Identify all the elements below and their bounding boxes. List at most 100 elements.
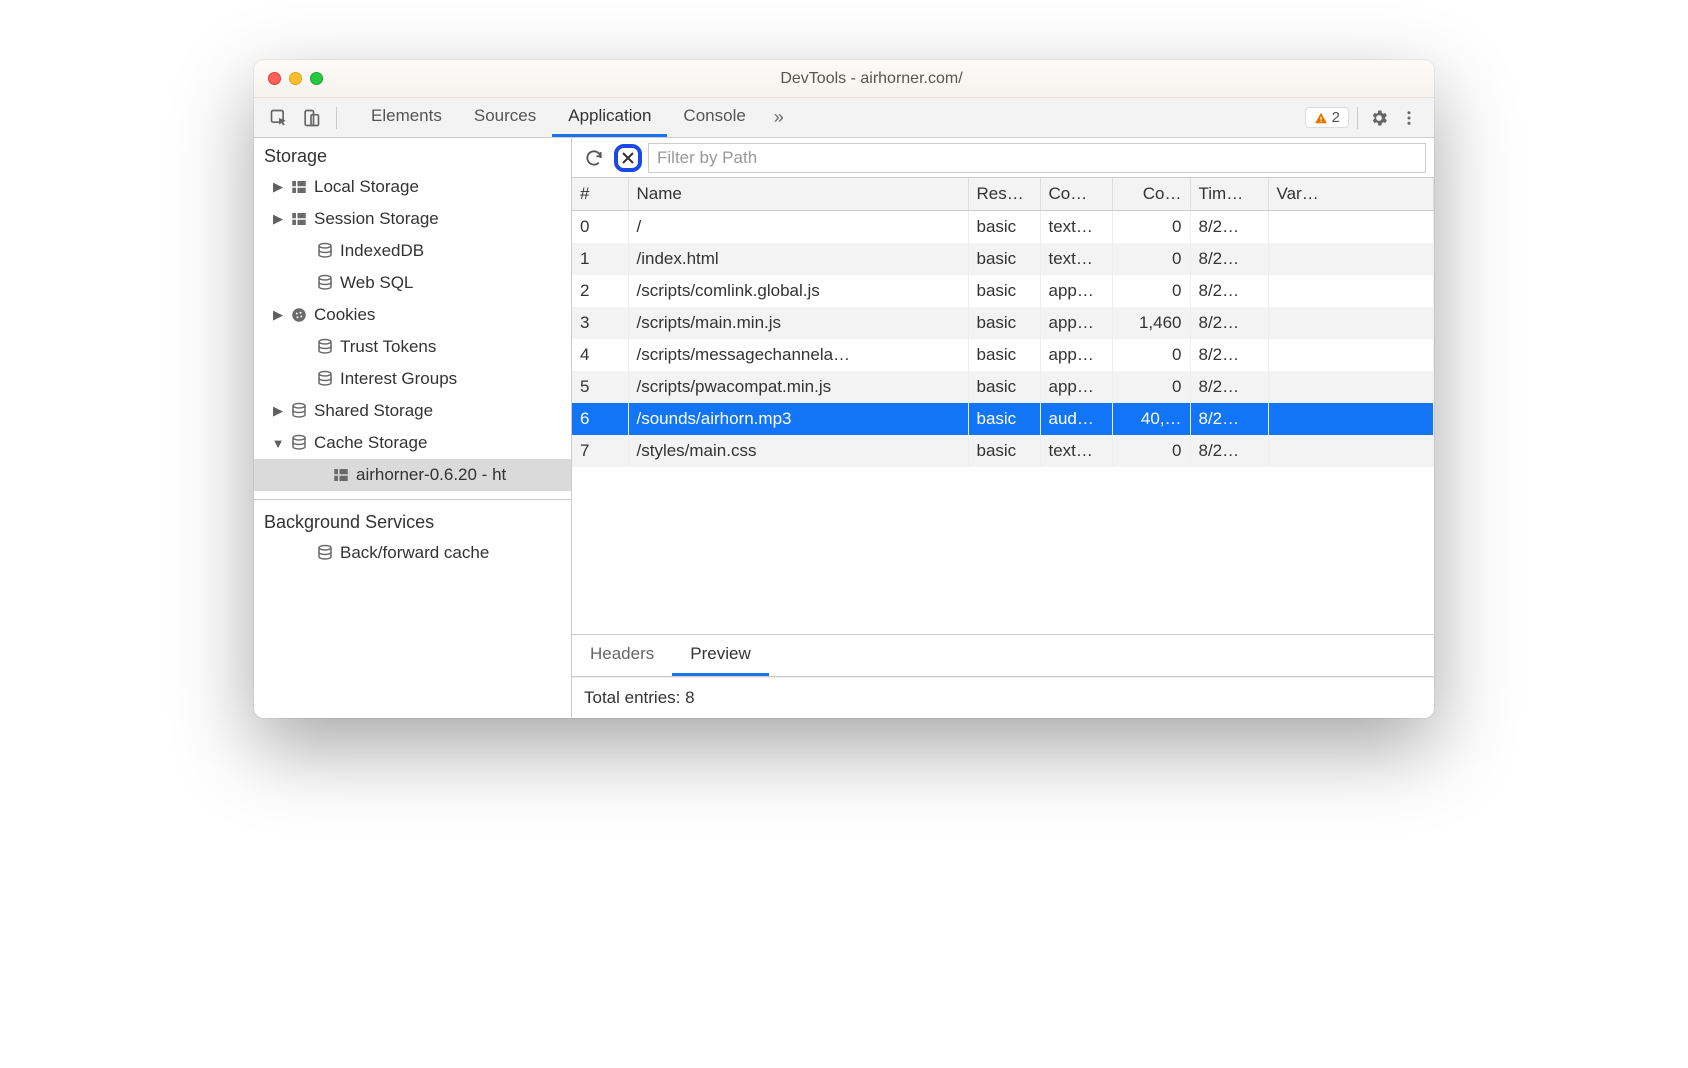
filter-input[interactable] [648, 143, 1426, 173]
sidebar-item-airhorner-0-6-20-ht[interactable]: airhorner-0.6.20 - ht [254, 459, 571, 491]
window-controls [268, 72, 323, 85]
db-icon [316, 370, 334, 388]
sidebar-item-cookies[interactable]: ▶Cookies [254, 299, 571, 331]
db-icon [316, 544, 334, 562]
settings-button[interactable] [1366, 105, 1392, 131]
titlebar: DevTools - airhorner.com/ [254, 60, 1434, 98]
column-header[interactable]: Tim… [1190, 178, 1268, 211]
sidebar-item-local-storage[interactable]: ▶Local Storage [254, 171, 571, 203]
separator [336, 107, 337, 129]
cell-res: basic [968, 339, 1040, 371]
device-toolbar-icon[interactable] [300, 107, 322, 129]
issues-badge[interactable]: 2 [1305, 107, 1349, 128]
table-row[interactable]: 2/scripts/comlink.global.jsbasicapp…08/2… [572, 275, 1434, 307]
sidebar-item-label: airhorner-0.6.20 - ht [356, 465, 571, 485]
column-header[interactable]: Res… [968, 178, 1040, 211]
db-icon [316, 242, 334, 260]
column-header[interactable]: Co… [1112, 178, 1190, 211]
bg-services-tree: Back/forward cache [254, 537, 571, 569]
table-row[interactable]: 0/basictext…08/2… [572, 211, 1434, 244]
detail-tab-headers[interactable]: Headers [572, 635, 672, 676]
sidebar-item-interest-groups[interactable]: Interest Groups [254, 363, 571, 395]
zoom-window-button[interactable] [310, 72, 323, 85]
sidebar-item-indexeddb[interactable]: IndexedDB [254, 235, 571, 267]
sidebar-item-web-sql[interactable]: Web SQL [254, 267, 571, 299]
inspect-element-icon[interactable] [268, 107, 290, 129]
detail-tabs: HeadersPreview [572, 635, 1434, 677]
minimize-window-button[interactable] [289, 72, 302, 85]
db-icon [316, 274, 334, 292]
cell-type: text… [1040, 243, 1112, 275]
cell-type: app… [1040, 275, 1112, 307]
cell-len: 0 [1112, 339, 1190, 371]
gear-icon [1369, 108, 1389, 128]
cell-idx: 2 [572, 275, 628, 307]
cell-tim: 8/2… [1190, 435, 1268, 467]
tab-console[interactable]: Console [667, 98, 761, 137]
db-icon [316, 338, 334, 356]
cell-res: basic [968, 307, 1040, 339]
table-row[interactable]: 1/index.htmlbasictext…08/2… [572, 243, 1434, 275]
cell-tim: 8/2… [1190, 307, 1268, 339]
cell-vary [1268, 403, 1434, 435]
sidebar-item-session-storage[interactable]: ▶Session Storage [254, 203, 571, 235]
tab-sources[interactable]: Sources [458, 98, 552, 137]
detail-tab-preview[interactable]: Preview [672, 635, 768, 676]
table-row[interactable]: 3/scripts/main.min.jsbasicapp…1,4608/2… [572, 307, 1434, 339]
sidebar-item-label: Shared Storage [314, 401, 571, 421]
cell-tim: 8/2… [1190, 275, 1268, 307]
clear-button[interactable] [614, 144, 642, 172]
sidebar-item-back-forward-cache[interactable]: Back/forward cache [254, 537, 571, 569]
cell-len: 0 [1112, 371, 1190, 403]
cell-tim: 8/2… [1190, 339, 1268, 371]
close-window-button[interactable] [268, 72, 281, 85]
sidebar-item-shared-storage[interactable]: ▶Shared Storage [254, 395, 571, 427]
table-row[interactable]: 6/sounds/airhorn.mp3basicaud…40,…8/2… [572, 403, 1434, 435]
cell-tim: 8/2… [1190, 243, 1268, 275]
refresh-button[interactable] [580, 144, 608, 172]
warning-count: 2 [1332, 109, 1340, 126]
db-icon [290, 434, 308, 452]
sidebar-item-cache-storage[interactable]: ▼Cache Storage [254, 427, 571, 459]
table-row[interactable]: 5/scripts/pwacompat.min.jsbasicapp…08/2… [572, 371, 1434, 403]
table-row[interactable]: 7/styles/main.cssbasictext…08/2… [572, 435, 1434, 467]
cell-len: 0 [1112, 243, 1190, 275]
close-icon [618, 148, 638, 168]
cell-name: /index.html [628, 243, 968, 275]
cell-res: basic [968, 243, 1040, 275]
column-header[interactable]: Co… [1040, 178, 1112, 211]
sidebar-item-label: Back/forward cache [340, 543, 571, 563]
cell-name: / [628, 211, 968, 244]
cell-tim: 8/2… [1190, 371, 1268, 403]
table-row[interactable]: 4/scripts/messagechannela…basicapp…08/2… [572, 339, 1434, 371]
tab-application[interactable]: Application [552, 98, 667, 137]
window-title: DevTools - airhorner.com/ [323, 70, 1420, 88]
cell-len: 0 [1112, 211, 1190, 244]
cell-name: /sounds/airhorn.mp3 [628, 403, 968, 435]
cell-name: /scripts/messagechannela… [628, 339, 968, 371]
sidebar: Storage ▶Local Storage▶Session StorageIn… [254, 138, 572, 718]
more-options-button[interactable] [1396, 105, 1422, 131]
separator [1357, 107, 1358, 129]
tab-elements[interactable]: Elements [355, 98, 458, 137]
cell-len: 0 [1112, 275, 1190, 307]
cell-vary [1268, 275, 1434, 307]
panel-tabs: ElementsSourcesApplicationConsole [355, 98, 762, 137]
cell-idx: 7 [572, 435, 628, 467]
storage-tree: ▶Local Storage▶Session StorageIndexedDBW… [254, 171, 571, 491]
cell-name: /styles/main.css [628, 435, 968, 467]
cell-res: basic [968, 403, 1040, 435]
cell-idx: 0 [572, 211, 628, 244]
sidebar-item-trust-tokens[interactable]: Trust Tokens [254, 331, 571, 363]
grid-icon [332, 466, 350, 484]
column-header[interactable]: Name [628, 178, 968, 211]
column-header[interactable]: Var… [1268, 178, 1434, 211]
cell-vary [1268, 243, 1434, 275]
cell-vary [1268, 211, 1434, 244]
column-header[interactable]: # [572, 178, 628, 211]
more-tabs-button[interactable]: » [762, 98, 796, 137]
cell-len: 0 [1112, 435, 1190, 467]
refresh-icon [584, 148, 604, 168]
cell-vary [1268, 435, 1434, 467]
cell-res: basic [968, 435, 1040, 467]
